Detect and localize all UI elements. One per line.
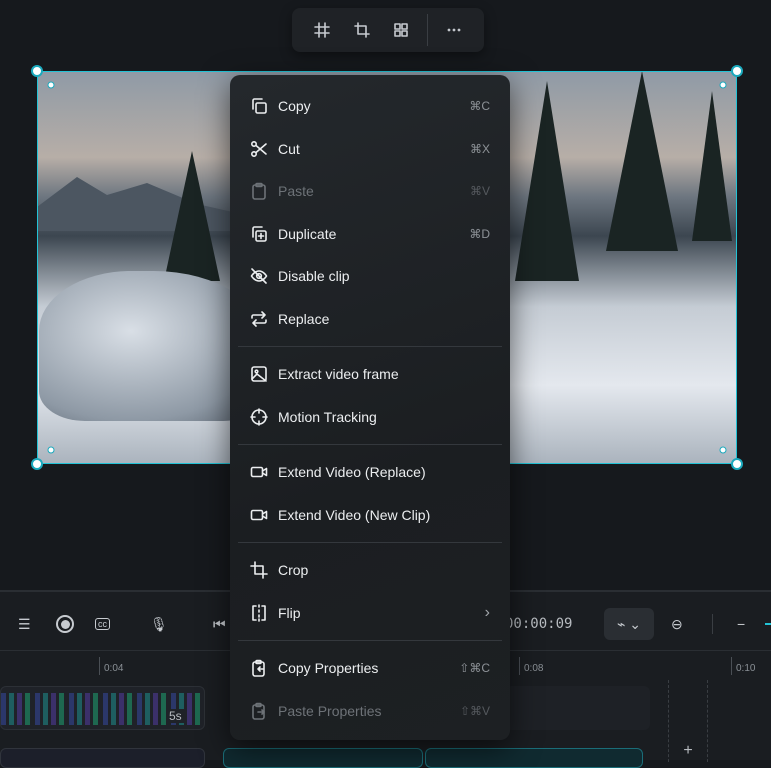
- link-icon[interactable]: ⊖: [671, 616, 683, 633]
- ruler-label: 0:04: [99, 657, 123, 675]
- shortcut: ⇧⌘C: [459, 661, 490, 676]
- crop-handle[interactable]: [47, 446, 55, 454]
- zoom-slider[interactable]: [765, 623, 771, 625]
- scissors-icon: [250, 140, 268, 158]
- menu-item-extend-video-new-clip[interactable]: Extend Video (New Clip): [230, 494, 510, 537]
- timecode: 00:00:09: [505, 616, 573, 632]
- shortcut: ⌘D: [469, 226, 490, 241]
- clipboard-icon: [250, 182, 268, 201]
- menu-item-label: Crop: [278, 562, 309, 579]
- crop-handle[interactable]: [47, 81, 55, 89]
- video-icon: [250, 463, 268, 481]
- menu-item-label: Extend Video (New Clip): [278, 506, 431, 523]
- crop-icon: [353, 22, 370, 38]
- zoom-out-icon[interactable]: −: [737, 616, 745, 632]
- duplicate-icon: [250, 225, 268, 243]
- ruler-label: 0:10: [731, 657, 755, 675]
- resize-handle[interactable]: [731, 458, 743, 470]
- clip-duration: 5s: [167, 709, 184, 723]
- menu-item-extract-video-frame[interactable]: Extract video frame: [230, 353, 510, 396]
- replace-icon: [250, 310, 268, 328]
- apps-button[interactable]: [382, 8, 422, 52]
- resize-handle[interactable]: [31, 65, 43, 77]
- flip-icon: [250, 603, 268, 622]
- video-clip[interactable]: [223, 748, 423, 768]
- more-icon: [447, 28, 461, 32]
- ruler-label: 0:08: [519, 657, 543, 675]
- canvas-toolbar: [292, 8, 484, 52]
- crop-handle[interactable]: [719, 446, 727, 454]
- more-button[interactable]: [434, 8, 474, 52]
- empty-track-area: [505, 686, 650, 730]
- menu-item-label: Motion Tracking: [278, 408, 377, 425]
- image-icon: [250, 365, 268, 383]
- menu-item-crop[interactable]: Crop: [230, 549, 510, 592]
- shortcut: ⇧⌘V: [459, 703, 490, 718]
- crop-handle[interactable]: [719, 81, 727, 89]
- menu-item-duplicate[interactable]: Duplicate ⌘D: [230, 213, 510, 256]
- menu-item-motion-tracking[interactable]: Motion Tracking: [230, 396, 510, 439]
- menu-item-label: Duplicate: [278, 225, 337, 242]
- shortcut: ⌘V: [469, 184, 490, 199]
- menu-item-label: Copy: [278, 98, 311, 115]
- paste-properties-icon: [250, 702, 268, 720]
- menu-divider: [238, 640, 502, 641]
- menu-item-label: Copy Properties: [278, 660, 379, 677]
- menu-divider: [238, 346, 502, 347]
- menu-item-label: Extend Video (Replace): [278, 464, 426, 481]
- apps-icon: [394, 23, 409, 37]
- menu-item-extend-video-replace[interactable]: Extend Video (Replace): [230, 451, 510, 494]
- video-icon: [250, 506, 268, 524]
- menu-item-label: Replace: [278, 310, 330, 327]
- menu-item-paste-properties: Paste Properties ⇧⌘V: [230, 690, 510, 733]
- menu-item-replace[interactable]: Replace: [230, 298, 510, 341]
- menu-item-copy[interactable]: Copy ⌘C: [230, 85, 510, 128]
- crop-button[interactable]: [342, 8, 382, 52]
- chevron-right-icon: ›: [484, 603, 490, 621]
- menu-item-copy-properties[interactable]: Copy Properties ⇧⌘C: [230, 647, 510, 690]
- shortcut: ⌘C: [469, 99, 490, 114]
- menu-item-label: Disable clip: [278, 268, 350, 285]
- menu-item-label: Extract video frame: [278, 366, 399, 383]
- skip-back-icon[interactable]: ⏮: [213, 616, 226, 633]
- add-track-icon[interactable]: ☰: [18, 616, 31, 633]
- grid-icon: [314, 22, 330, 38]
- menu-item-label: Paste: [278, 183, 314, 200]
- menu-item-cut[interactable]: Cut ⌘X: [230, 128, 510, 171]
- video-clip[interactable]: [0, 748, 205, 768]
- menu-item-label: Paste Properties: [278, 702, 382, 719]
- menu-divider: [238, 444, 502, 445]
- resize-handle[interactable]: [31, 458, 43, 470]
- eye-off-icon: [250, 267, 268, 285]
- video-clip[interactable]: [425, 748, 643, 768]
- copy-icon: [250, 97, 268, 115]
- grid-button[interactable]: [302, 8, 342, 52]
- microphone-icon[interactable]: 🎙: [150, 616, 168, 633]
- record-icon[interactable]: [56, 615, 74, 633]
- toolbar-divider: [427, 14, 429, 46]
- menu-item-paste: Paste ⌘V: [230, 170, 510, 213]
- magnet-snap-button[interactable]: ⌁ ⌄: [604, 608, 654, 640]
- menu-divider: [238, 542, 502, 543]
- toolbar-divider: [712, 614, 713, 634]
- add-clip-button[interactable]: +: [668, 680, 708, 762]
- crosshair-icon: [250, 407, 268, 426]
- crop-icon: [250, 561, 268, 580]
- menu-item-label: Cut: [278, 140, 300, 157]
- captions-icon[interactable]: cc: [95, 618, 110, 630]
- menu-item-disable-clip[interactable]: Disable clip: [230, 255, 510, 298]
- copy-properties-icon: [250, 659, 268, 678]
- resize-handle[interactable]: [731, 65, 743, 77]
- context-menu: Copy ⌘C Cut ⌘X Paste ⌘V Duplicate ⌘D Disable…: [230, 75, 510, 740]
- audio-clip[interactable]: 5s: [0, 686, 205, 730]
- menu-item-label: Flip: [278, 604, 301, 621]
- menu-item-flip[interactable]: Flip ›: [230, 592, 510, 635]
- shortcut: ⌘X: [469, 141, 490, 156]
